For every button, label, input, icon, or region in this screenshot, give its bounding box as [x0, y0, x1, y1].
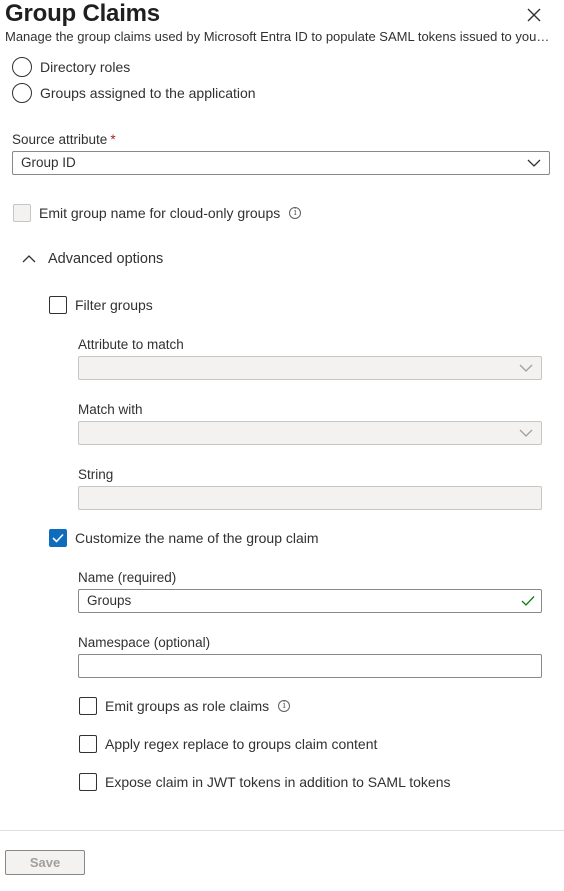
source-attribute-dropdown[interactable]: Group ID — [12, 151, 550, 175]
radio-label: Groups assigned to the application — [40, 85, 256, 101]
name-label: Name (required) — [78, 570, 177, 585]
customize-claim-checkbox[interactable] — [49, 529, 67, 547]
namespace-input[interactable] — [78, 654, 542, 678]
name-value: Groups — [87, 593, 132, 608]
advanced-options-label: Advanced options — [48, 251, 164, 267]
radio-directory-roles[interactable]: Directory roles — [12, 57, 130, 77]
radio-button[interactable] — [12, 83, 32, 103]
role-claims-option[interactable]: Emit groups as role claims i — [79, 697, 291, 715]
filter-groups-label: Filter groups — [75, 297, 153, 313]
customize-claim-option[interactable]: Customize the name of the group claim — [49, 529, 319, 547]
regex-label: Apply regex replace to groups claim cont… — [105, 736, 378, 752]
source-attribute-label-text: Source attribute — [12, 132, 108, 147]
required-asterisk: * — [110, 132, 116, 147]
panel-title: Group Claims — [5, 0, 160, 27]
jwt-label: Expose claim in JWT tokens in addition t… — [105, 774, 451, 790]
cloud-only-checkbox[interactable] — [13, 204, 31, 222]
attribute-to-match-dropdown — [78, 356, 542, 380]
valid-check-icon — [521, 596, 535, 606]
chevron-down-icon — [519, 429, 533, 437]
customize-claim-label: Customize the name of the group claim — [75, 530, 319, 546]
string-input — [78, 486, 542, 510]
match-with-dropdown — [78, 421, 542, 445]
match-with-label: Match with — [78, 402, 143, 417]
attribute-to-match-label: Attribute to match — [78, 337, 184, 352]
jwt-option[interactable]: Expose claim in JWT tokens in addition t… — [79, 773, 451, 791]
chevron-up-icon — [22, 255, 36, 263]
radio-groups-assigned[interactable]: Groups assigned to the application — [12, 83, 256, 103]
source-attribute-label: Source attribute * — [12, 132, 116, 147]
save-button[interactable]: Save — [5, 850, 85, 875]
filter-groups-checkbox[interactable] — [49, 296, 67, 314]
advanced-options-toggle[interactable]: Advanced options — [22, 251, 163, 267]
source-attribute-value: Group ID — [21, 155, 76, 170]
string-label: String — [78, 467, 114, 482]
radio-button[interactable] — [12, 57, 32, 77]
info-icon[interactable]: i — [278, 700, 291, 712]
footer-divider — [0, 830, 564, 831]
name-input[interactable]: Groups — [78, 589, 542, 613]
chevron-down-icon — [519, 364, 533, 372]
panel-subtitle: Manage the group claims used by Microsof… — [5, 29, 553, 44]
regex-checkbox[interactable] — [79, 735, 97, 753]
cloud-only-option[interactable]: Emit group name for cloud-only groups i — [13, 204, 302, 222]
cloud-only-label: Emit group name for cloud-only groups — [39, 205, 281, 221]
role-claims-label: Emit groups as role claims — [105, 698, 270, 714]
checkmark-icon — [52, 533, 64, 543]
role-claims-checkbox[interactable] — [79, 697, 97, 715]
namespace-label: Namespace (optional) — [78, 635, 211, 650]
group-claims-panel: Group Claims Manage the group claims use… — [0, 0, 564, 891]
info-icon[interactable]: i — [289, 207, 302, 219]
filter-groups-option[interactable]: Filter groups — [49, 296, 153, 314]
close-icon[interactable] — [524, 5, 544, 25]
jwt-checkbox[interactable] — [79, 773, 97, 791]
radio-label: Directory roles — [40, 59, 131, 75]
regex-option[interactable]: Apply regex replace to groups claim cont… — [79, 735, 377, 753]
chevron-down-icon — [527, 159, 541, 167]
